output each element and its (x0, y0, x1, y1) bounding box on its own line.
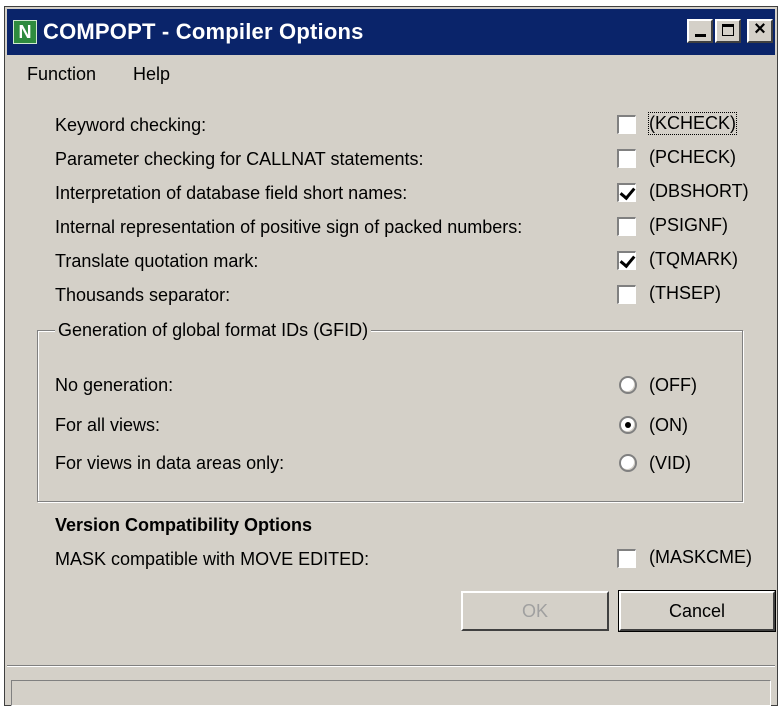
menu-help[interactable]: Help (133, 64, 170, 85)
radio-vid[interactable] (619, 454, 637, 472)
option-label-kcheck: Keyword checking: (55, 115, 207, 135)
gfid-label-on: For all views: (55, 415, 161, 435)
option-label-tqmark: Translate quotation mark: (55, 251, 259, 271)
option-label-maskcme: MASK compatible with MOVE EDITED: (55, 549, 370, 569)
cancel-button[interactable]: Cancel (618, 590, 776, 632)
code-maskcme: (MASKCME) (649, 547, 752, 567)
maximize-button[interactable] (715, 19, 741, 43)
radio-off[interactable] (619, 376, 637, 394)
close-icon: × (754, 18, 766, 40)
menu-function[interactable]: Function (27, 64, 96, 85)
title-bar[interactable]: N COMPOPT - Compiler Options × (7, 9, 775, 55)
code-psignf: (PSIGNF) (649, 215, 728, 235)
code-tqmark: (TQMARK) (649, 249, 738, 269)
checkbox-tqmark[interactable] (617, 251, 636, 270)
window-title: COMPOPT - Compiler Options (43, 19, 364, 44)
code-vid: (VID) (649, 453, 691, 473)
code-thsep: (THSEP) (649, 283, 721, 303)
status-bar (11, 680, 771, 706)
option-label-psignf: Internal representation of positive sign… (55, 217, 523, 237)
menu-bar: Function Help (7, 59, 775, 87)
checkbox-maskcme[interactable] (617, 549, 636, 568)
checkbox-psignf[interactable] (617, 217, 636, 236)
checkbox-kcheck[interactable] (617, 115, 636, 134)
code-on: (ON) (649, 415, 688, 435)
gfid-label-vid: For views in data areas only: (55, 453, 285, 473)
option-label-dbshort: Interpretation of database field short n… (55, 183, 408, 203)
ok-button[interactable]: OK (461, 591, 609, 631)
compiler-options-window: N COMPOPT - Compiler Options × Function … (4, 6, 778, 706)
radio-on[interactable] (619, 416, 637, 434)
code-dbshort: (DBSHORT) (649, 181, 749, 201)
version-compat-heading: Version Compatibility Options (55, 515, 313, 535)
close-button[interactable]: × (747, 18, 773, 43)
code-kcheck: (KCHECK) (647, 112, 738, 135)
checkbox-pcheck[interactable] (617, 149, 636, 168)
checkbox-thsep[interactable] (617, 285, 636, 304)
code-pcheck: (PCHECK) (649, 147, 737, 167)
option-label-pcheck: Parameter checking for CALLNAT statement… (55, 149, 424, 169)
minimize-button[interactable] (687, 19, 713, 43)
natural-app-icon: N (13, 20, 37, 44)
gfid-label-off: No generation: (55, 375, 174, 395)
option-label-thsep: Thousands separator: (55, 285, 231, 305)
gfid-group-title: Generation of global format IDs (GFID) (55, 320, 372, 341)
checkbox-dbshort[interactable] (617, 183, 636, 202)
code-off: (OFF) (649, 375, 697, 395)
status-separator (7, 665, 775, 667)
